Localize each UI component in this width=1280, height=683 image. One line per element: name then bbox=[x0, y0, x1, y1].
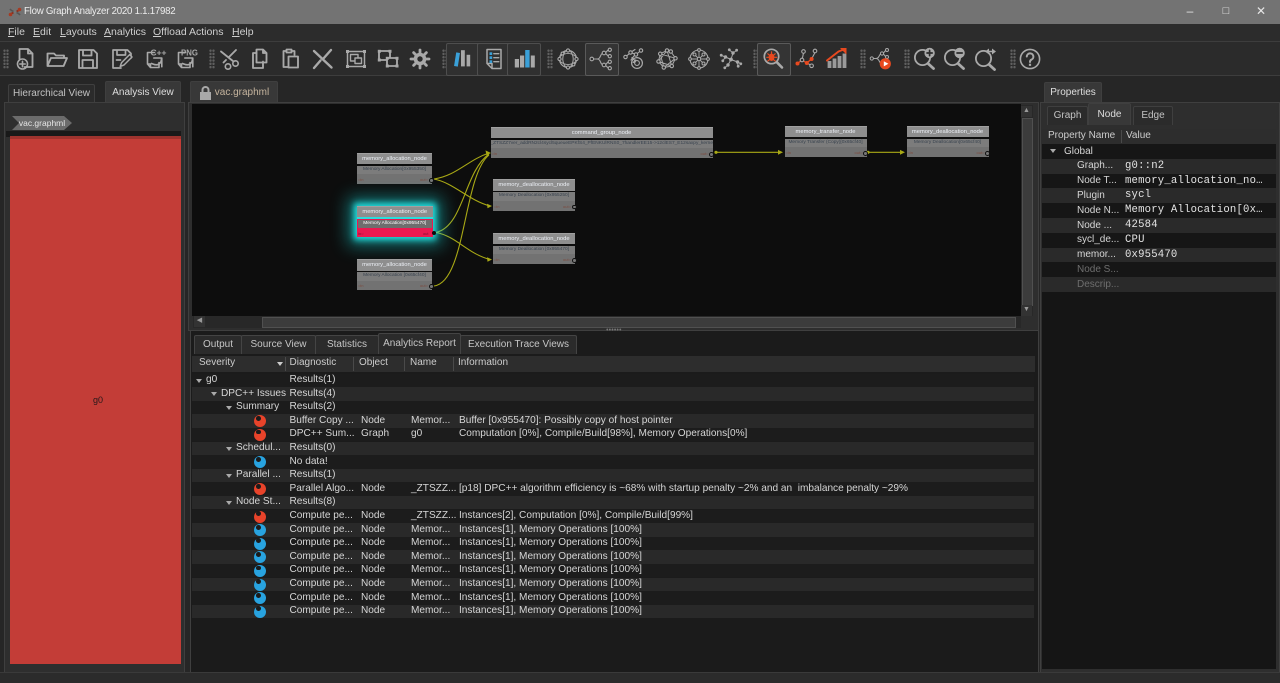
svg-text:C++: C++ bbox=[150, 48, 166, 58]
svg-text:PNG: PNG bbox=[181, 49, 198, 58]
